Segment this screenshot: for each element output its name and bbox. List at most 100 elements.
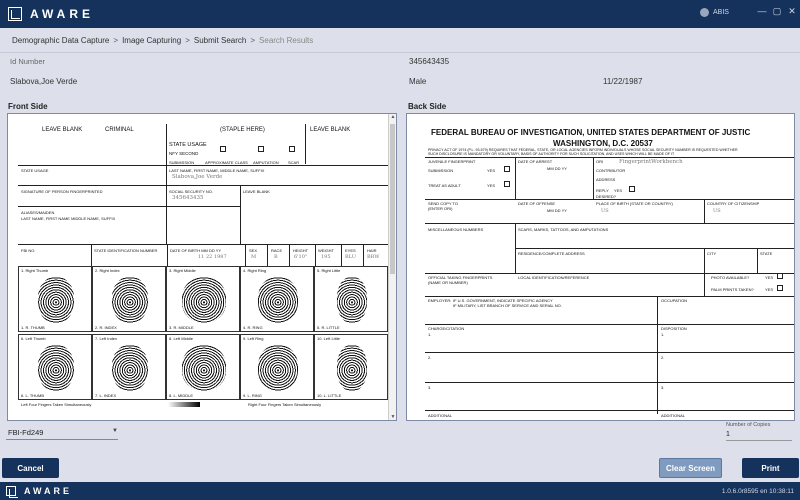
fingerprint-cell: 8. Left Middle 8. L. MIDDLE	[166, 334, 240, 400]
disposition-label: DISPOSITION	[661, 326, 687, 331]
staple-label: (STAPLE HERE)	[220, 127, 265, 133]
finger-label: 8. Left Middle	[169, 336, 194, 341]
calibration-bar	[168, 402, 200, 407]
dob-field-value: 11 22 1987	[198, 254, 227, 260]
fbi-title: FEDERAL BUREAU OF INVESTIGATION, UNITED …	[431, 128, 751, 137]
copies-input[interactable]: 1	[726, 431, 792, 441]
employer-label: EMPLOYER:	[428, 298, 452, 303]
photo-yes: YES	[765, 275, 774, 280]
finger-bottom-label: 6. L. THUMB	[21, 393, 45, 398]
breadcrumb-separator: >	[113, 36, 119, 45]
footer-logo-icon	[6, 486, 18, 498]
name-field-label: LAST NAME, FIRST NAME, MIDDLE NAME, SUFF…	[169, 168, 265, 173]
copies-label: Number of Copies	[726, 422, 771, 428]
fingerprint-image	[337, 345, 367, 391]
finger-label: 9. Left Ring	[243, 336, 264, 341]
fingerprint-cell: 6. Left Thumb 6. L. THUMB	[18, 334, 92, 400]
fingerprint-cell: 7. Left Index 7. L. INDEX	[92, 334, 166, 400]
enter-ori-label: (ENTER ORI)	[428, 206, 453, 211]
submission-checkbox	[504, 166, 510, 172]
scroll-down-icon[interactable]: ▼	[390, 414, 396, 420]
fbi-address: WASHINGTON, D.C. 20537	[553, 139, 653, 148]
print-button[interactable]: Print	[742, 458, 799, 478]
fingerprint-cell: 4. Right Ring 4. R. RING	[240, 266, 314, 332]
cancel-button[interactable]: Cancel	[2, 458, 59, 478]
close-button[interactable]: ✕	[786, 6, 798, 17]
finger-bottom-label: 8. L. MIDDLE	[169, 393, 194, 398]
submission-back-label: SUBMISSION	[428, 168, 454, 173]
maximize-button[interactable]: ▢	[771, 6, 783, 17]
aliases-label: ALIASES/MAIDEN	[21, 210, 55, 215]
fingerprint-image	[112, 345, 148, 391]
treat-adult-yes: YES	[487, 183, 496, 188]
card-type-select[interactable]: FBI-Fd249 ▼	[6, 428, 118, 440]
finger-bottom-label: 4. R. RING	[243, 325, 263, 330]
palm-label: PALM PRINTS TAKEN?	[711, 287, 754, 292]
id-number-value: 345643435	[409, 57, 450, 66]
back-side-panel[interactable]: FEDERAL BUREAU OF INVESTIGATION, UNITED …	[406, 113, 795, 421]
user-menu[interactable]: ABIS	[700, 8, 729, 17]
breadcrumb-submit-search[interactable]: Submit Search	[194, 36, 246, 45]
finger-bottom-label: 9. L. RING	[243, 393, 262, 398]
fingerprint-image	[182, 345, 226, 391]
minimize-button[interactable]: —	[756, 6, 768, 16]
scar-checkbox	[289, 146, 295, 152]
palm-checkbox	[777, 285, 783, 291]
fingerprint-image	[38, 277, 74, 323]
local-id-label: LOCAL IDENTIFICATION/REFERENCE	[518, 275, 590, 280]
disposition-2: 2.	[661, 355, 665, 360]
date-arrest-label: DATE OF ARREST	[518, 159, 553, 164]
name-number-label: (NAME OR NUMBER)	[428, 280, 468, 285]
clear-screen-button[interactable]: Clear Screen	[659, 458, 722, 478]
footer-logo: AWARE	[6, 486, 73, 498]
fingerprint-cell: 9. Left Ring 9. L. RING	[240, 334, 314, 400]
state-usage-label: STATE USAGE	[169, 142, 207, 148]
finger-bottom-label: 3. R. MIDDLE	[169, 325, 194, 330]
amputation-checkbox	[258, 146, 264, 152]
juvenile-label: JUVENILE FINGERPRINT	[428, 159, 476, 164]
signature-label: SIGNATURE OF PERSON FINGERPRINTED	[21, 189, 103, 194]
front-panel-scrollbar[interactable]: ▲ ▼	[388, 114, 396, 420]
front-side-panel[interactable]: LEAVE BLANK CRIMINAL (STAPLE HERE) LEAVE…	[7, 113, 397, 421]
user-icon	[700, 8, 709, 17]
finger-label: 7. Left Index	[95, 336, 118, 341]
residence-label: RESIDENCE/COMPLETE ADDRESS	[518, 251, 585, 256]
state-id-label: STATE IDENTIFICATION NUMBER	[94, 248, 158, 253]
fingerprint-cell: 2. Right Index 2. R. INDEX	[92, 266, 166, 332]
date-offense-label: DATE OF OFFENSE	[518, 201, 556, 206]
occupation-label: OCCUPATION	[661, 298, 688, 303]
aware-logo-icon	[8, 7, 22, 21]
charge-3: 3.	[428, 385, 432, 390]
left-four-fingers-label: Left Four Fingers Taken Simultaneously	[21, 402, 92, 407]
finger-label: 2. Right Index	[95, 268, 120, 273]
footer-brand: AWARE	[24, 486, 73, 496]
scroll-thumb[interactable]	[390, 124, 395, 274]
weight-value: 195	[321, 254, 331, 260]
card-type-value: FBI-Fd249	[8, 428, 44, 437]
eyes-label: EYES	[345, 248, 356, 253]
breadcrumb-image-capturing[interactable]: Image Capturing	[122, 36, 181, 45]
place-birth-value: US	[601, 208, 609, 214]
ori-value: FingerprintWorkbench	[619, 159, 683, 165]
name-field-value: Slabova,Joe Verde	[172, 174, 223, 180]
finger-bottom-label: 1. R. THUMB	[21, 325, 45, 330]
hair-label: HAIR	[367, 248, 377, 253]
fingerprint-image	[258, 345, 298, 391]
sex-label: SEX	[249, 248, 258, 253]
scroll-up-icon[interactable]: ▲	[390, 114, 396, 120]
contributor-label: CONTRIBUTOR	[596, 168, 626, 173]
misc-numbers-label: MISCELLANEOUS NUMBERS	[428, 227, 484, 232]
fingerprint-image	[258, 277, 298, 323]
aliases-sub-label: LAST NAME, FIRST NAME MIDDLE NAME, SUFFI…	[21, 216, 116, 221]
eyes-value: BLU	[345, 254, 356, 260]
finger-label: 10. Left Little	[317, 336, 340, 341]
reply-yes: YES	[614, 188, 623, 193]
citizenship-value: US	[713, 208, 721, 214]
date-offense-format: MM DD YY	[547, 208, 567, 213]
version-info: 1.0.6.0r8595 en 10:38:11	[721, 487, 794, 495]
fingerprint-image	[38, 345, 74, 391]
breadcrumb-demographic[interactable]: Demographic Data Capture	[12, 36, 109, 45]
reply-checkbox	[629, 186, 635, 192]
fingerprint-cell: 1. Right Thumb 1. R. THUMB	[18, 266, 92, 332]
leave-blank-right: LEAVE BLANK	[310, 127, 351, 133]
